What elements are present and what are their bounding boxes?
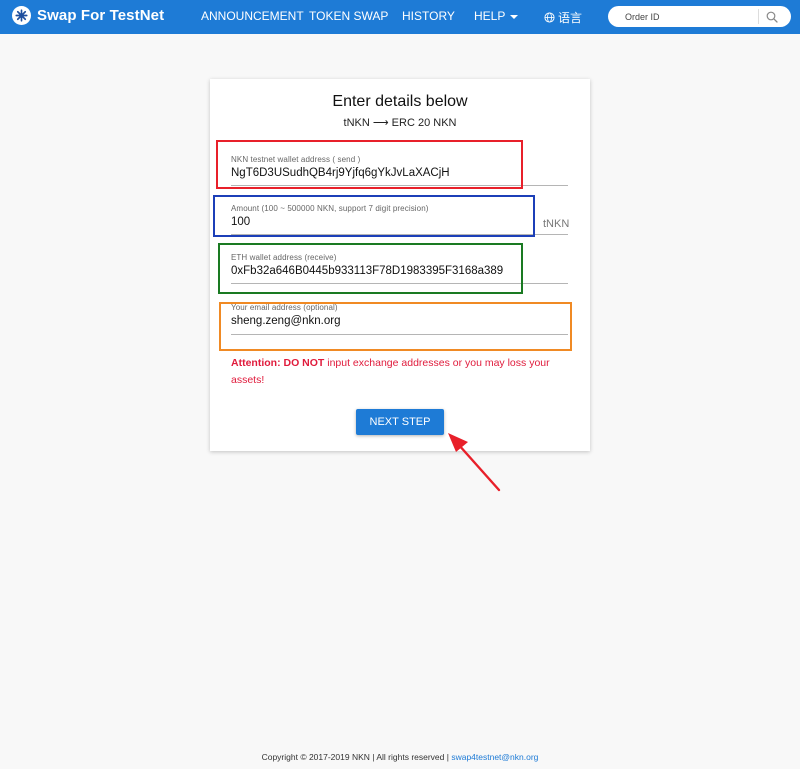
footer-email-link[interactable]: swap4testnet@nkn.org bbox=[451, 752, 538, 762]
amount-input[interactable] bbox=[231, 216, 531, 228]
order-search bbox=[608, 6, 791, 27]
nav-history[interactable]: HISTORY bbox=[402, 9, 455, 23]
order-id-input[interactable] bbox=[608, 7, 758, 26]
email-label: Your email address (optional) bbox=[231, 303, 338, 312]
chevron-down-icon bbox=[510, 14, 519, 19]
nkn-wallet-input[interactable] bbox=[231, 167, 561, 179]
attention-bold: Attention: DO NOT bbox=[231, 357, 325, 369]
nav-help[interactable]: HELP bbox=[474, 9, 519, 23]
field-underline bbox=[231, 334, 568, 335]
footer: Copyright © 2017-2019 NKN | All rights r… bbox=[0, 752, 800, 762]
field-underline bbox=[231, 283, 568, 284]
form-subtitle: tNKN ⟶ ERC 20 NKN bbox=[343, 117, 457, 129]
footer-copyright: Copyright © 2017-2019 NKN | All rights r… bbox=[261, 752, 452, 762]
nav-announcement[interactable]: ANNOUNCEMENT bbox=[201, 9, 304, 23]
email-field: Your email address (optional) bbox=[231, 303, 571, 337]
next-step-button[interactable]: NEXT STEP bbox=[356, 409, 444, 435]
eth-wallet-field: ETH wallet address (receive) bbox=[231, 253, 571, 287]
amount-field: Amount (100 ~ 500000 NKN, support 7 digi… bbox=[231, 204, 571, 238]
attention-warning: Attention: DO NOT input exchange address… bbox=[231, 355, 571, 389]
nkn-wallet-label: NKN testnet wallet address ( send ) bbox=[231, 155, 361, 164]
form-title: Enter details below bbox=[332, 93, 468, 110]
email-input[interactable] bbox=[231, 315, 561, 327]
field-underline bbox=[231, 234, 568, 235]
top-navbar: Swap For TestNet ANNOUNCEMENT TOKEN SWAP… bbox=[0, 0, 800, 34]
app-title: Swap For TestNet bbox=[37, 7, 165, 24]
eth-wallet-input[interactable] bbox=[231, 265, 561, 277]
amount-label: Amount (100 ~ 500000 NKN, support 7 digi… bbox=[231, 204, 429, 213]
nkn-wallet-field: NKN testnet wallet address ( send ) bbox=[231, 155, 571, 189]
brand[interactable]: Swap For TestNet bbox=[12, 6, 164, 25]
nav-language[interactable]: 语言 bbox=[544, 9, 582, 26]
nav-token-swap[interactable]: TOKEN SWAP bbox=[309, 9, 388, 23]
amount-unit: tNKN bbox=[543, 218, 570, 230]
swap-form-card: Enter details below tNKN ⟶ ERC 20 NKN NK… bbox=[210, 79, 590, 451]
red-arrow-icon bbox=[448, 433, 501, 492]
globe-icon bbox=[544, 12, 555, 23]
nkn-logo-icon bbox=[12, 6, 31, 25]
search-icon[interactable] bbox=[759, 7, 785, 26]
eth-wallet-label: ETH wallet address (receive) bbox=[231, 253, 337, 262]
field-underline bbox=[231, 185, 568, 186]
nav-help-label: HELP bbox=[474, 9, 506, 23]
nav-language-label: 语言 bbox=[558, 11, 583, 25]
